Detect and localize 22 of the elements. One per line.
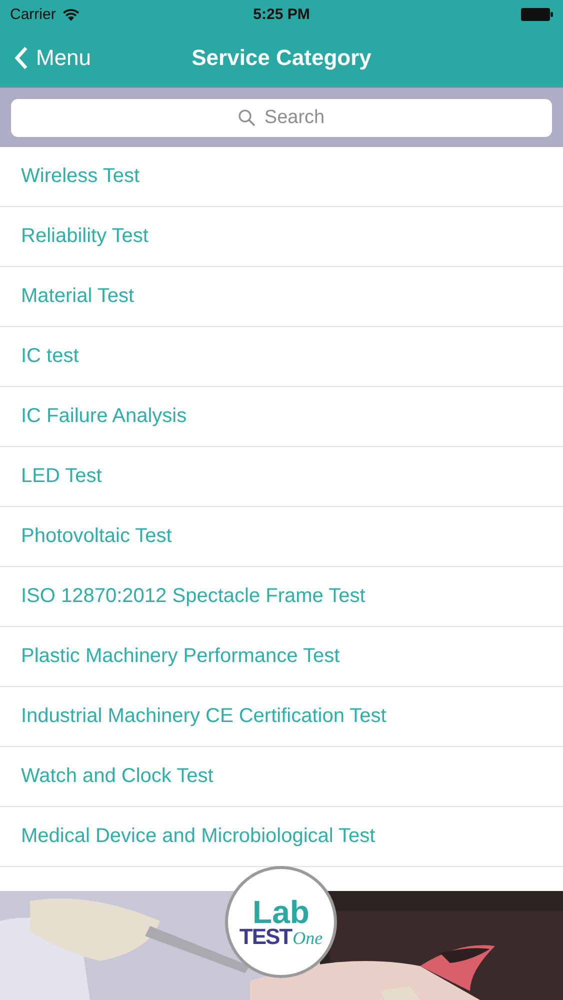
category-row[interactable]: ISO 12870:2012 Spectacle Frame Test — [0, 567, 563, 627]
wifi-icon — [62, 8, 80, 20]
search-field[interactable]: Search — [11, 98, 552, 136]
category-row[interactable]: Plastic Machinery Performance Test — [0, 627, 563, 687]
screen-title: Service Category — [192, 44, 372, 70]
category-row[interactable]: Medical Device and Microbiological Test — [0, 807, 563, 867]
back-button[interactable]: Menu — [14, 44, 192, 70]
chevron-left-icon — [14, 46, 28, 70]
category-row[interactable]: Material Test — [0, 267, 563, 327]
logo: Lab TESTOne — [228, 869, 334, 975]
category-row[interactable]: IC test — [0, 327, 563, 387]
category-row[interactable]: IC Failure Analysis — [0, 387, 563, 447]
category-row[interactable]: Reliability Test — [0, 207, 563, 267]
category-row[interactable]: LED Test — [0, 447, 563, 507]
battery-icon — [521, 8, 553, 20]
category-row[interactable]: Watch and Clock Test — [0, 747, 563, 807]
category-row[interactable]: Photovoltaic Test — [0, 507, 563, 567]
carrier-label: Carrier — [10, 6, 56, 22]
category-row[interactable]: Industrial Machinery CE Certification Test — [0, 687, 563, 747]
status-time: 5:25 PM — [253, 6, 310, 22]
category-row[interactable]: Wireless Test — [0, 147, 563, 207]
search-icon — [238, 108, 256, 126]
